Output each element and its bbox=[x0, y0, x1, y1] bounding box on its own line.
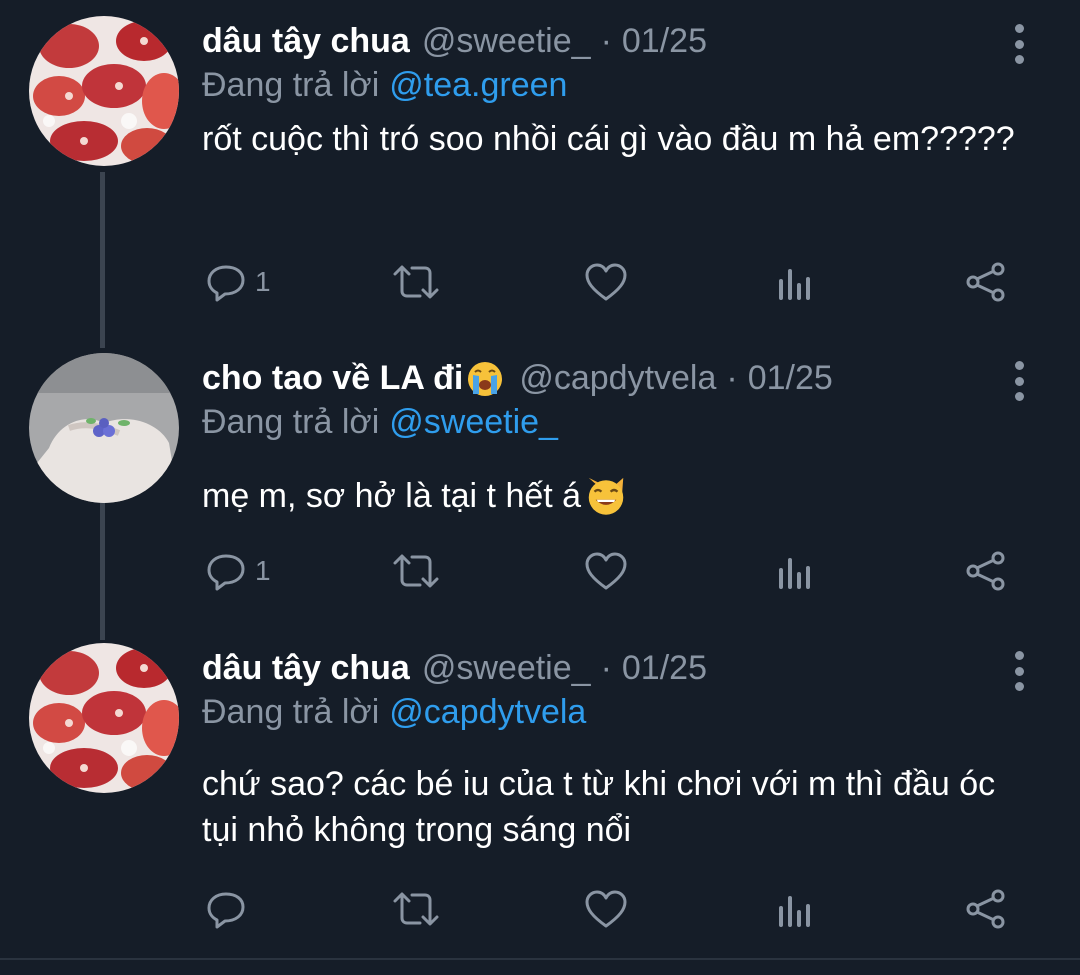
analytics-icon bbox=[779, 269, 810, 300]
analytics-button[interactable] bbox=[776, 884, 816, 934]
tweet-date[interactable]: 01/25 bbox=[748, 359, 833, 398]
display-name[interactable]: dâu tây chua bbox=[202, 22, 410, 61]
reply-button[interactable] bbox=[205, 884, 255, 934]
tweet-actions bbox=[0, 884, 1080, 934]
more-options-icon[interactable] bbox=[1006, 24, 1032, 64]
tweet-text: mẹ m, sơ hở là tại t hết á bbox=[202, 477, 582, 515]
replying-label: Đang trả lời bbox=[202, 66, 380, 104]
analytics-icon bbox=[779, 896, 810, 927]
more-options-icon[interactable] bbox=[1006, 361, 1032, 401]
reply-count: 1 bbox=[255, 555, 271, 586]
share-button[interactable] bbox=[964, 546, 1008, 596]
reply-count: 1 bbox=[255, 266, 271, 297]
share-button[interactable] bbox=[964, 257, 1008, 307]
reply-button[interactable]: 1 bbox=[205, 546, 271, 596]
display-name[interactable]: cho tao về LA đi bbox=[202, 359, 463, 398]
retweet-button[interactable] bbox=[392, 884, 440, 934]
replying-to: Đang trả lời @capdytvela bbox=[202, 693, 586, 732]
share-icon bbox=[966, 889, 1005, 929]
avatar[interactable] bbox=[29, 16, 179, 166]
like-icon bbox=[585, 263, 627, 301]
tweet[interactable]: dâu tây chua @sweetie_ · 01/25 Đang trả … bbox=[0, 16, 1080, 316]
like-button[interactable] bbox=[584, 884, 628, 934]
reply-icon bbox=[207, 265, 245, 302]
analytics-button[interactable] bbox=[776, 257, 816, 307]
grinning-cat-emoji bbox=[588, 477, 624, 515]
tweet-header: dâu tây chua @sweetie_ · 01/25 bbox=[202, 643, 707, 693]
display-name[interactable]: dâu tây chua bbox=[202, 649, 410, 688]
like-button[interactable] bbox=[584, 546, 628, 596]
retweet-icon bbox=[393, 554, 439, 588]
username[interactable]: @sweetie_ bbox=[422, 649, 591, 688]
tweet-date[interactable]: 01/25 bbox=[622, 649, 707, 688]
retweet-icon bbox=[393, 892, 439, 926]
replying-label: Đang trả lời bbox=[202, 693, 380, 731]
tweet-header: cho tao về LA đi @capdytvela · 01/25 bbox=[202, 353, 833, 403]
tweet-header: dâu tây chua @sweetie_ · 01/25 bbox=[202, 16, 707, 66]
tweet-text: chứ sao? các bé iu của t từ khi chơi với… bbox=[202, 765, 996, 849]
tweet-actions: 1 bbox=[0, 546, 1080, 596]
like-button[interactable] bbox=[584, 257, 628, 307]
mention-link[interactable]: @tea.green bbox=[389, 66, 567, 104]
username[interactable]: @sweetie_ bbox=[422, 22, 591, 61]
like-icon bbox=[585, 890, 627, 928]
mention-link[interactable]: @sweetie_ bbox=[389, 403, 558, 441]
tweet[interactable]: cho tao về LA đi @capdytvela · 01/25 Đan… bbox=[0, 353, 1080, 633]
replying-label: Đang trả lời bbox=[202, 403, 380, 441]
username[interactable]: @capdytvela bbox=[519, 359, 716, 398]
replying-to: Đang trả lời @tea.green bbox=[202, 66, 567, 105]
separator: · bbox=[726, 358, 738, 397]
share-icon bbox=[966, 551, 1005, 591]
avatar[interactable] bbox=[29, 353, 179, 503]
retweet-icon bbox=[393, 265, 439, 299]
reply-icon bbox=[207, 554, 245, 591]
reply-button[interactable]: 1 bbox=[205, 257, 271, 307]
reply-icon bbox=[207, 892, 245, 929]
separator: · bbox=[600, 21, 612, 60]
tweet-text: rốt cuộc thì tró soo nhồi cái gì vào đầu… bbox=[202, 120, 1015, 158]
tweet-actions: 1 bbox=[0, 257, 1080, 307]
loudly-crying-face-emoji bbox=[468, 362, 503, 396]
separator: · bbox=[600, 648, 612, 687]
tweet-date[interactable]: 01/25 bbox=[622, 22, 707, 61]
replying-to: Đang trả lời @sweetie_ bbox=[202, 403, 558, 442]
share-button[interactable] bbox=[964, 884, 1008, 934]
analytics-icon bbox=[779, 558, 810, 589]
analytics-button[interactable] bbox=[776, 546, 816, 596]
retweet-button[interactable] bbox=[392, 257, 440, 307]
more-options-icon[interactable] bbox=[1006, 651, 1032, 691]
divider bbox=[0, 958, 1080, 960]
avatar[interactable] bbox=[29, 643, 179, 793]
share-icon bbox=[966, 262, 1005, 302]
mention-link[interactable]: @capdytvela bbox=[389, 693, 586, 731]
retweet-button[interactable] bbox=[392, 546, 440, 596]
like-icon bbox=[585, 552, 627, 590]
tweet[interactable]: dâu tây chua @sweetie_ · 01/25 Đang trả … bbox=[0, 643, 1080, 943]
tweet-text-row: mẹ m, sơ hở là tại t hết á bbox=[202, 473, 1022, 519]
